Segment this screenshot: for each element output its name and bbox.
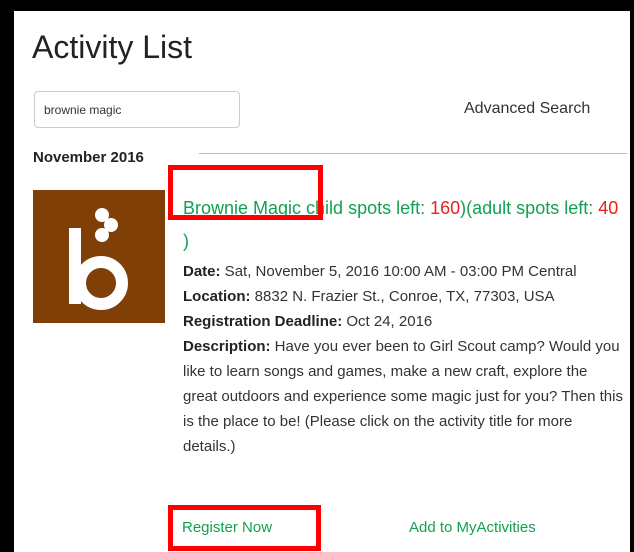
location-label: Location: [183,288,251,305]
location-value: 8832 N. Frazier St., Conroe, TX, 77303, … [250,288,555,305]
deadline-label: Registration Deadline: [183,313,343,330]
activity-list-panel: Activity List Advanced Search November 2… [14,11,630,552]
search-input[interactable] [34,91,240,128]
page-title: Activity List [32,29,193,65]
deadline-value: Oct 24, 2016 [342,313,433,330]
date-value: Sat, November 5, 2016 10:00 AM - 03:00 P… [220,263,577,280]
register-highlight-box [168,505,321,551]
child-spots-count: 160 [430,198,461,218]
adult-spots-count: 40 [598,198,619,218]
activity-details: Date: Sat, November 5, 2016 10:00 AM - 0… [183,259,625,459]
description-label: Description: [183,338,271,355]
advanced-search-link[interactable]: Advanced Search [464,100,590,118]
description-row: Description: Have you ever been to Girl … [183,334,625,459]
date-row: Date: Sat, November 5, 2016 10:00 AM - 0… [183,259,625,284]
girl-scouts-b-logo-icon [33,190,165,323]
location-row: Location: 8832 N. Frazier St., Conroe, T… [183,284,625,309]
activity-thumbnail[interactable] [33,190,165,323]
deadline-row: Registration Deadline: Oct 24, 2016 [183,309,625,334]
add-to-myactivities-link[interactable]: Add to MyActivities [409,519,536,536]
title-highlight-box [168,165,323,220]
description-value: Have you ever been to Girl Scout camp? W… [183,338,623,455]
adult-spots-close: ) [183,231,189,251]
month-divider [199,153,627,154]
adult-spots-label: )(adult spots left: [460,198,599,218]
date-label: Date: [183,263,221,280]
month-header: November 2016 [33,149,144,166]
